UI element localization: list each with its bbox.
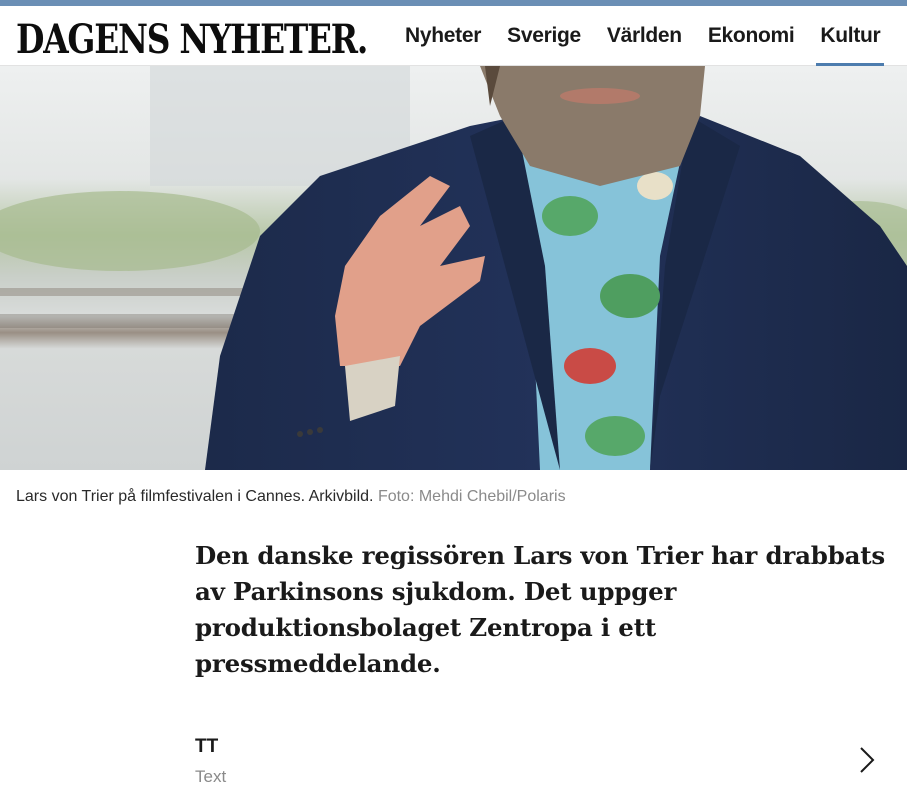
nav-item-kultur[interactable]: Kultur (807, 6, 893, 66)
nav-item-sverige[interactable]: Sverige (494, 6, 594, 66)
caption-text: Lars von Trier på filmfestivalen i Canne… (16, 488, 374, 505)
photo-illustration (0, 66, 907, 470)
nav-item-ekonomi[interactable]: Ekonomi (695, 6, 808, 66)
byline[interactable]: TT Text (195, 734, 895, 786)
author-name[interactable]: TT (195, 734, 218, 760)
article-photo[interactable] (0, 66, 907, 470)
site-logo[interactable]: DAGENS NYHETER. (16, 12, 368, 68)
nav-item-nyheter[interactable]: Nyheter (392, 6, 494, 66)
photo-caption: Lars von Trier på filmfestivalen i Canne… (16, 486, 566, 508)
photo-credit: Foto: Mehdi Chebil/Polaris (377, 488, 566, 505)
nav-item-varlden[interactable]: Världen (594, 6, 695, 66)
site-header: DAGENS NYHETER. Nyheter Sverige Världen … (0, 6, 907, 66)
chevron-right-icon[interactable] (855, 744, 879, 776)
article-lede: Den danske regissören Lars von Trier har… (195, 541, 886, 678)
main-nav: Nyheter Sverige Världen Ekonomi Kultur (392, 6, 893, 66)
